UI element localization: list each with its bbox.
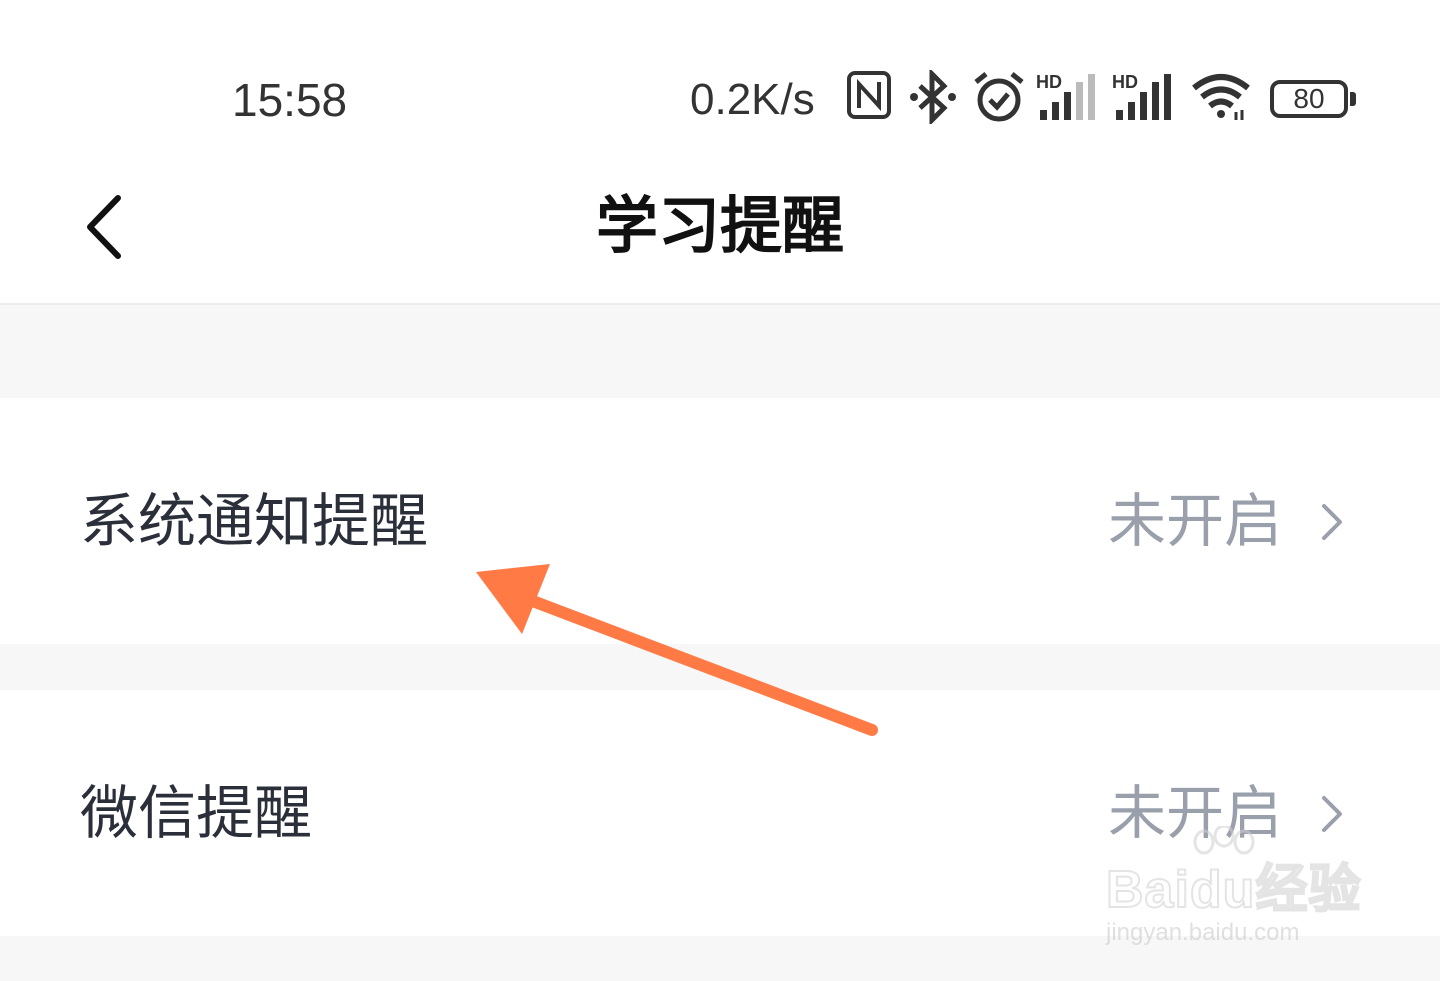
status-bar: 15:58 0.2K/s HD HD 80 <box>0 0 1440 160</box>
setting-label: 系统通知提醒 <box>80 487 429 555</box>
nav-bar: 学习提醒 <box>0 160 1440 305</box>
network-speed: 0.2K/s <box>690 75 815 124</box>
alarm-icon <box>974 72 1024 122</box>
chevron-right-icon <box>1322 504 1342 540</box>
battery-tip <box>1350 92 1356 106</box>
status-time: 15:58 <box>232 74 348 126</box>
svg-text:HD: HD <box>1112 72 1138 92</box>
wifi-icon <box>1192 74 1250 120</box>
svg-text:HD: HD <box>1036 72 1062 92</box>
watermark: Baidu经验 jingyan.baidu.com <box>1100 826 1370 956</box>
bluetooth-icon <box>910 70 956 124</box>
signal-hd-icon: HD <box>1112 72 1171 120</box>
signal-hd-icon: HD <box>1036 72 1095 120</box>
watermark-url: jingyan.baidu.com <box>1106 919 1300 946</box>
page-title: 学习提醒 <box>595 189 844 262</box>
setting-value: 未开启 <box>1107 487 1282 555</box>
battery-level: 80 <box>1293 83 1325 114</box>
nfc-icon <box>847 71 891 119</box>
setting-row-system-notification[interactable]: 系统通知提醒 未开启 <box>0 398 1440 644</box>
watermark-logo: Baidu经验 <box>1105 860 1362 920</box>
setting-label: 微信提醒 <box>80 779 313 847</box>
